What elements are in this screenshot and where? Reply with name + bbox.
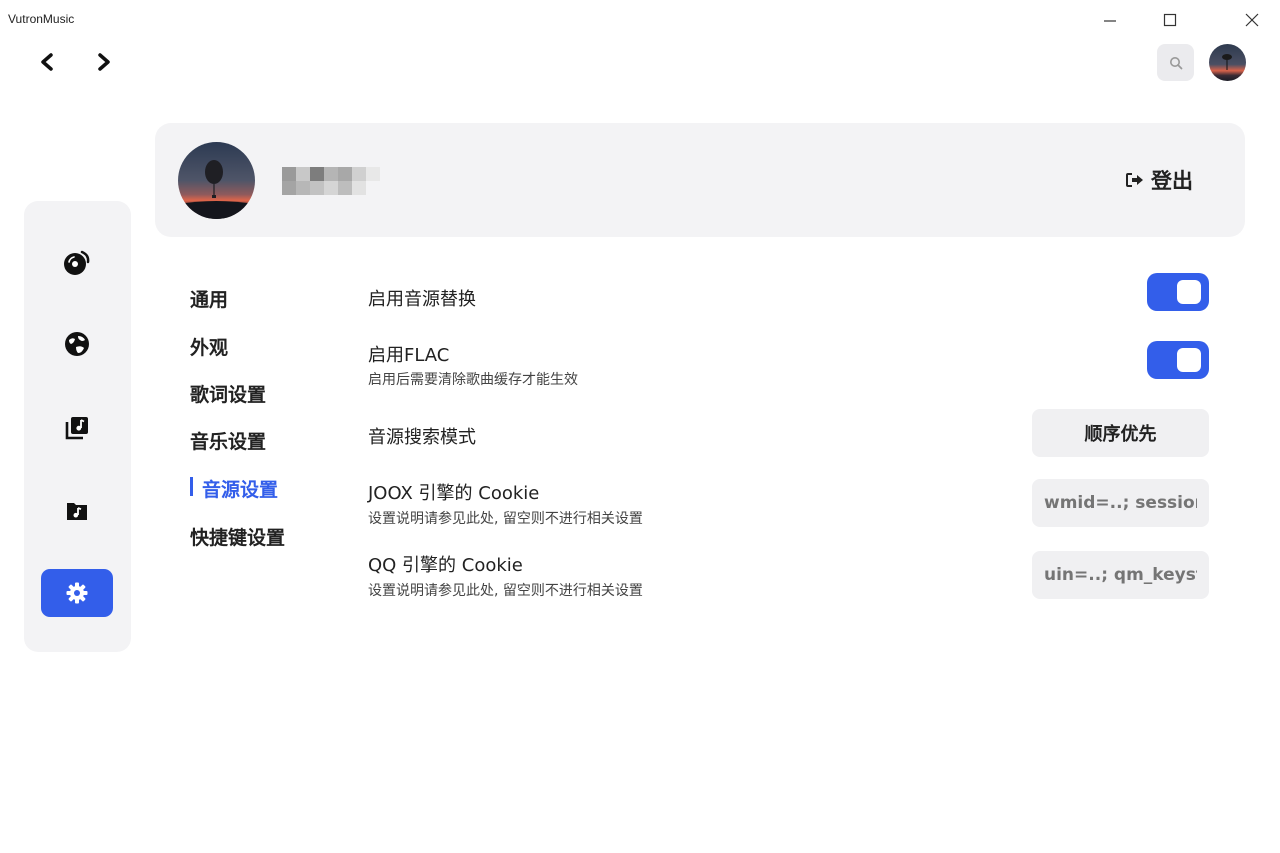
setting-joox-cookie-subtitle: 设置说明请参见此处, 留空则不进行相关设置	[368, 511, 643, 527]
search-button[interactable]	[1157, 44, 1194, 81]
settings-nav-general[interactable]: 通用	[190, 285, 228, 312]
settings-nav-shortcuts[interactable]: 快捷键设置	[190, 523, 285, 550]
nickname-blurred	[282, 167, 394, 195]
qq-cookie-input[interactable]	[1032, 551, 1209, 599]
music-library-icon	[65, 417, 88, 440]
music-disc-icon	[64, 250, 90, 275]
close-button[interactable]	[1237, 6, 1267, 34]
sidebar-item-library[interactable]	[41, 404, 113, 452]
joox-cookie-input[interactable]	[1032, 479, 1209, 527]
sidebar	[24, 201, 131, 652]
profile-avatar	[178, 142, 255, 219]
sign-out-icon	[1126, 173, 1143, 187]
active-indicator	[190, 477, 193, 496]
close-icon	[1245, 13, 1259, 27]
gear-icon	[66, 582, 88, 604]
logout-button[interactable]: 登出	[1125, 165, 1193, 195]
minimize-button[interactable]	[1095, 6, 1125, 34]
toggle-knob	[1177, 348, 1201, 372]
minimize-icon	[1104, 20, 1116, 22]
setting-flac-subtitle: 启用后需要清除歌曲缓存才能生效	[368, 372, 578, 388]
setting-flac-title: 启用FLAC	[368, 345, 450, 366]
setting-search-mode-title: 音源搜索模式	[368, 427, 476, 448]
settings-nav-music[interactable]: 音乐设置	[190, 427, 266, 454]
chevron-left-icon	[41, 53, 53, 71]
logout-label: 登出	[1151, 169, 1193, 193]
maximize-icon	[1163, 13, 1177, 27]
app-title: VutronMusic	[8, 12, 75, 26]
setting-qq-cookie-title: QQ 引擎的 Cookie	[368, 555, 523, 576]
setting-joox-cookie-title: JOOX 引擎的 Cookie	[368, 483, 540, 504]
settings-nav-lyrics[interactable]: 歌词设置	[190, 380, 266, 407]
profile-card: 登出	[155, 123, 1245, 237]
user-avatar[interactable]	[1209, 44, 1246, 81]
settings-nav-appearance[interactable]: 外观	[190, 333, 228, 360]
globe-icon	[65, 332, 89, 356]
toggle-knob	[1177, 280, 1201, 304]
sidebar-item-settings[interactable]	[41, 569, 113, 617]
title-bar: VutronMusic	[0, 0, 1280, 40]
sidebar-item-home[interactable]	[41, 239, 113, 287]
chevron-right-icon	[98, 53, 110, 71]
source-replace-toggle[interactable]	[1147, 273, 1209, 311]
search-mode-select[interactable]: 顺序优先	[1032, 409, 1209, 457]
avatar-image	[1209, 44, 1246, 81]
avatar-image	[178, 142, 255, 219]
maximize-button[interactable]	[1155, 6, 1185, 34]
setting-source-replace-title: 启用音源替换	[368, 289, 476, 310]
settings-nav-source[interactable]: 音源设置	[202, 475, 278, 502]
sidebar-item-local-music[interactable]	[41, 487, 113, 535]
music-folder-icon	[67, 503, 87, 520]
back-button[interactable]	[33, 50, 61, 74]
setting-qq-cookie-subtitle: 设置说明请参见此处, 留空则不进行相关设置	[368, 583, 643, 599]
search-icon	[1169, 56, 1182, 69]
flac-toggle[interactable]	[1147, 341, 1209, 379]
forward-button[interactable]	[90, 50, 118, 74]
sidebar-item-explore[interactable]	[41, 320, 113, 368]
